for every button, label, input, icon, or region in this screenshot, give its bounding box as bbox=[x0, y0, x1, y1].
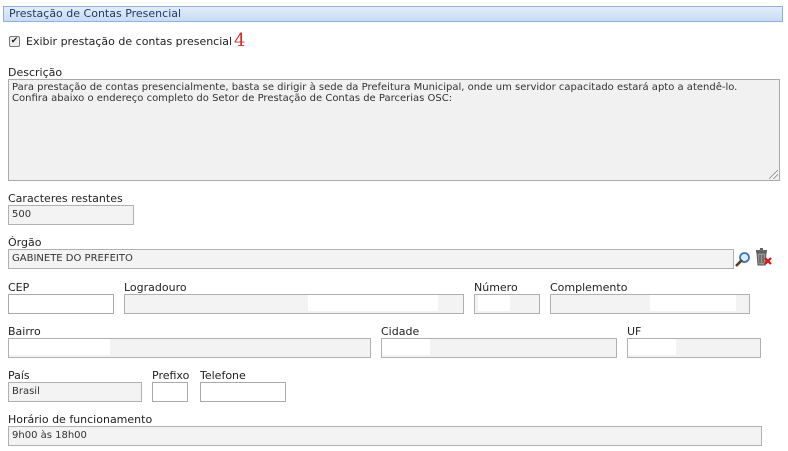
redacted-area bbox=[650, 295, 736, 311]
redacted-area bbox=[9, 339, 110, 355]
telefone-label: Telefone bbox=[200, 369, 246, 382]
redacted-area bbox=[628, 339, 676, 355]
pais-label: País bbox=[8, 369, 30, 382]
caracteres-field: 500 bbox=[8, 205, 134, 225]
descricao-label: Descrição bbox=[8, 66, 63, 79]
uf-label: UF bbox=[627, 325, 642, 338]
cep-field[interactable] bbox=[8, 294, 114, 314]
prefixo-field[interactable] bbox=[152, 382, 188, 402]
caracteres-label: Caracteres restantes bbox=[8, 192, 123, 205]
resize-handle[interactable] bbox=[769, 170, 778, 179]
redacted-area bbox=[308, 295, 438, 311]
redacted-area bbox=[382, 339, 430, 355]
telefone-field[interactable] bbox=[200, 382, 286, 402]
bairro-label: Bairro bbox=[8, 325, 41, 338]
magnifier-icon[interactable] bbox=[735, 251, 751, 267]
trash-icon[interactable] bbox=[753, 247, 773, 267]
orgao-label: Órgão bbox=[8, 236, 42, 249]
cidade-label: Cidade bbox=[381, 325, 420, 338]
cep-label: CEP bbox=[8, 281, 30, 294]
numero-label: Número bbox=[474, 281, 518, 294]
logradouro-label: Logradouro bbox=[124, 281, 187, 294]
orgao-field[interactable]: GABINETE DO PREFEITO bbox=[8, 249, 734, 269]
horario-field[interactable]: 9h00 às 18h00 bbox=[8, 426, 762, 446]
step-marker: 4 bbox=[234, 30, 246, 51]
prefixo-label: Prefixo bbox=[152, 369, 190, 382]
descricao-textarea[interactable]: Para prestação de contas presencialmente… bbox=[8, 79, 780, 181]
descricao-text: Para prestação de contas presencialmente… bbox=[12, 82, 738, 104]
pais-field[interactable]: Brasil bbox=[8, 382, 142, 402]
show-presencial-label[interactable]: Exibir prestação de contas presencial bbox=[26, 35, 232, 48]
complemento-label: Complemento bbox=[550, 281, 628, 294]
section-title: Prestação de Contas Presencial bbox=[3, 6, 783, 22]
redacted-area bbox=[478, 295, 510, 311]
horario-label: Horário de funcionamento bbox=[8, 413, 153, 426]
show-presencial-checkbox[interactable]: ✔ bbox=[9, 36, 20, 47]
